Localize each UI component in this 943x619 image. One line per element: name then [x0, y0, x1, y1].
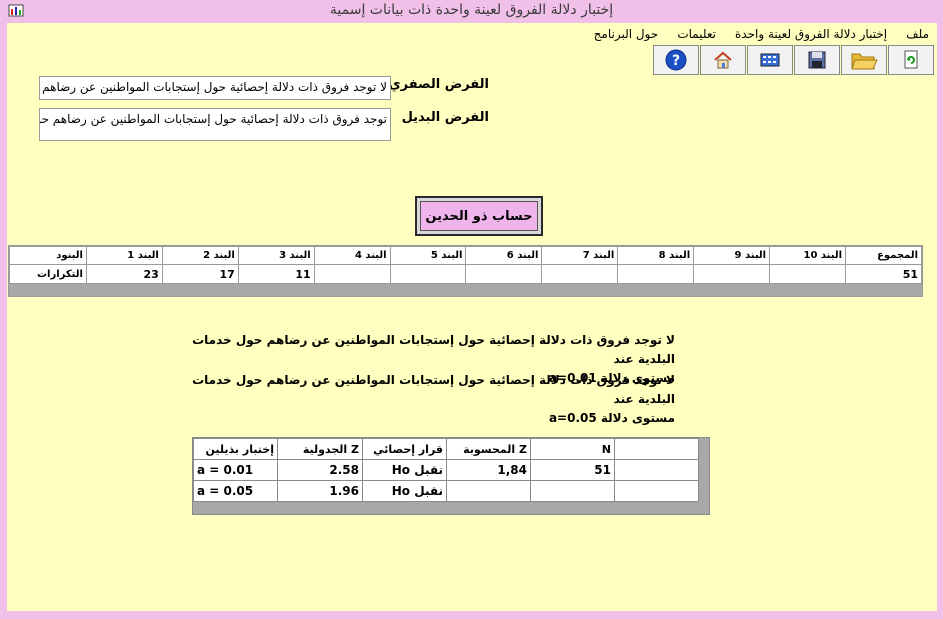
- title-bar: إختبار دلالة الفروق لعينة واحدة ذات بيان…: [0, 0, 943, 23]
- calculate-binomial-button[interactable]: حساب ذو الحدين: [415, 196, 543, 236]
- decision-cell[interactable]: نقبل Ho: [362, 459, 447, 481]
- menu-file[interactable]: ملف: [906, 24, 929, 44]
- result-line: لا توجد فروق ذات دلالة إحصائية حول إستجا…: [192, 333, 675, 366]
- frequency-cell[interactable]: [541, 264, 619, 284]
- refresh-button[interactable]: [888, 45, 934, 75]
- item-col-header: البند 9: [693, 246, 771, 265]
- decision-cell[interactable]: a = 0.01: [193, 459, 278, 481]
- decision-cell[interactable]: 2.58: [277, 459, 363, 481]
- item-col-header: البند 1: [85, 246, 163, 265]
- null-hypothesis-label: الفرض الصفري: [388, 77, 489, 92]
- save-button[interactable]: [794, 45, 840, 75]
- calculator-icon: [760, 53, 780, 67]
- decision-cell[interactable]: [446, 480, 531, 502]
- menu-bar: ملف إختبار دلالة الفروق لعينة واحدة تعلي…: [7, 23, 937, 43]
- decision-header: إختبار بذيلين: [193, 438, 278, 460]
- item-col-header: البند 2: [161, 246, 239, 265]
- items-row-header: البنود: [9, 246, 87, 265]
- decision-cell[interactable]: a = 0.05: [193, 480, 278, 502]
- item-col-header: البند 5: [389, 246, 467, 265]
- menu-test[interactable]: إختبار دلالة الفروق لعينة واحدة: [735, 24, 887, 44]
- save-icon: [808, 51, 826, 69]
- main-window: ملف إختبار دلالة الفروق لعينة واحدة تعلي…: [7, 23, 937, 611]
- home-button[interactable]: [700, 45, 746, 75]
- window-title: إختبار دلالة الفروق لعينة واحدة ذات بيان…: [329, 2, 614, 18]
- frequency-cell[interactable]: [617, 264, 695, 284]
- alt-hypothesis-input[interactable]: توجد فروق ذات دلالة إحصائية حول إستجابات…: [39, 108, 391, 141]
- menu-help[interactable]: تعليمات: [677, 24, 716, 44]
- null-hypothesis-input[interactable]: لا توجد فروق ذات دلالة إحصائية حول إستجا…: [39, 76, 391, 100]
- decision-header: Z المحسوبة: [446, 438, 531, 460]
- decision-cell[interactable]: 1.96: [277, 480, 363, 502]
- open-button[interactable]: [841, 45, 887, 75]
- frequency-cell[interactable]: [769, 264, 847, 284]
- toolbar: ?: [652, 45, 934, 77]
- decision-header: Z الجدولية: [277, 438, 363, 460]
- frequency-cell[interactable]: [313, 264, 391, 284]
- frequency-cell[interactable]: 17: [161, 264, 239, 284]
- frequency-cell[interactable]: 23: [85, 264, 163, 284]
- frequencies-row-label: التكرارات: [9, 264, 87, 284]
- decision-header: قرار إحصائي: [362, 438, 447, 460]
- frequency-cell[interactable]: [389, 264, 467, 284]
- calculator-button[interactable]: [747, 45, 793, 75]
- frequency-cell[interactable]: [693, 264, 771, 284]
- item-col-header: البند 7: [541, 246, 619, 265]
- item-col-header: البند 8: [617, 246, 695, 265]
- refresh-icon: [904, 50, 918, 69]
- decision-cell[interactable]: 1,84: [446, 459, 531, 481]
- svg-text:?: ?: [672, 53, 680, 69]
- items-grid[interactable]: البنود البند 1 البند 2 البند 3 البند 4 ا…: [8, 245, 923, 297]
- total-cell[interactable]: 51: [845, 264, 922, 284]
- result-text-2: لا توجد فروق ذات دلالة إحصائية حول إستجا…: [155, 371, 675, 428]
- result-line: مستوى دلالة a=0.05: [548, 411, 675, 425]
- frequency-cell[interactable]: [465, 264, 543, 284]
- home-icon: [714, 51, 732, 69]
- menu-about[interactable]: حول البرنامج: [594, 24, 659, 44]
- folder-icon: [851, 53, 878, 70]
- help-icon: ?: [665, 49, 687, 71]
- total-col-header: المجموع: [845, 246, 922, 265]
- decision-cell[interactable]: [614, 459, 699, 481]
- decision-header: [614, 438, 699, 460]
- decision-cell[interactable]: [614, 480, 699, 502]
- item-col-header: البند 3: [237, 246, 315, 265]
- frequency-cell[interactable]: 11: [237, 264, 315, 284]
- alt-hypothesis-label: الفرض البديل: [401, 110, 489, 125]
- decision-cell[interactable]: نقبل Ho: [362, 480, 447, 502]
- item-col-header: البند 10: [769, 246, 847, 265]
- help-button[interactable]: ?: [653, 45, 699, 75]
- item-col-header: البند 4: [313, 246, 391, 265]
- decision-cell[interactable]: [530, 480, 615, 502]
- item-col-header: البند 6: [465, 246, 543, 265]
- calculate-binomial-label: حساب ذو الحدين: [420, 201, 538, 231]
- decision-cell[interactable]: 51: [530, 459, 615, 481]
- decision-header: N: [530, 438, 615, 460]
- result-line: لا توجد فروق ذات دلالة إحصائية حول إستجا…: [192, 373, 675, 406]
- decision-grid[interactable]: إختبار بذيلين Z الجدولية قرار إحصائي Z ا…: [192, 437, 710, 515]
